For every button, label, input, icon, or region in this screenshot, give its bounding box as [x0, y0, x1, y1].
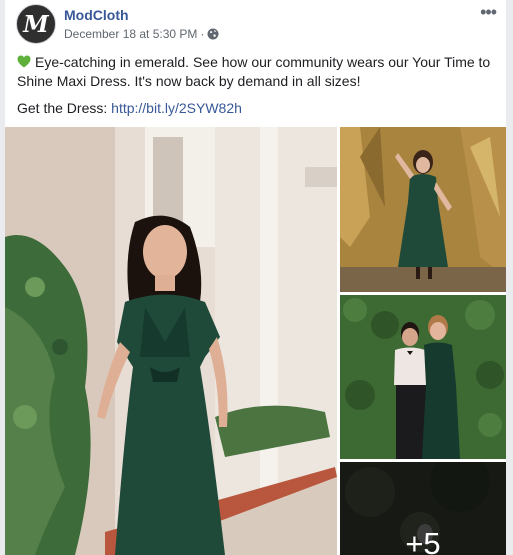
- more-options-icon[interactable]: •••: [480, 2, 497, 23]
- main-photo[interactable]: [5, 127, 337, 555]
- post-meta: December 18 at 5:30 PM ·: [64, 27, 219, 41]
- more-photos-overlay[interactable]: +5: [340, 462, 506, 555]
- avatar-logo-letter: M: [23, 10, 49, 38]
- dress-link[interactable]: http://bit.ly/2SYW82h: [111, 100, 242, 116]
- globe-icon[interactable]: [207, 28, 219, 40]
- photo-thumbnail-1[interactable]: [340, 127, 506, 292]
- meta-separator: ·: [200, 27, 205, 41]
- main-photo-image: [5, 127, 337, 555]
- post-card: M ModCloth December 18 at 5:30 PM · ••• …: [5, 0, 506, 555]
- post-body-text: Eye-catching in emerald. See how our com…: [17, 54, 491, 89]
- post-message: Eye-catching in emerald. See how our com…: [17, 53, 495, 118]
- page-name-link[interactable]: ModCloth: [64, 7, 129, 23]
- thumbnail-1-image: [340, 127, 506, 292]
- photo-thumbnail-more[interactable]: +5: [340, 462, 506, 555]
- thumbnail-2-image: [340, 295, 506, 459]
- post-link-paragraph: Get the Dress: http://bit.ly/2SYW82h: [17, 99, 495, 118]
- more-photos-count: +5: [405, 526, 441, 555]
- photo-thumbnail-2[interactable]: [340, 295, 506, 459]
- post-body-paragraph: Eye-catching in emerald. See how our com…: [17, 53, 495, 91]
- page-avatar[interactable]: M: [16, 4, 56, 44]
- link-prefix: Get the Dress:: [17, 100, 108, 116]
- green-heart-icon: [17, 54, 31, 68]
- post-timestamp[interactable]: December 18 at 5:30 PM: [64, 27, 197, 41]
